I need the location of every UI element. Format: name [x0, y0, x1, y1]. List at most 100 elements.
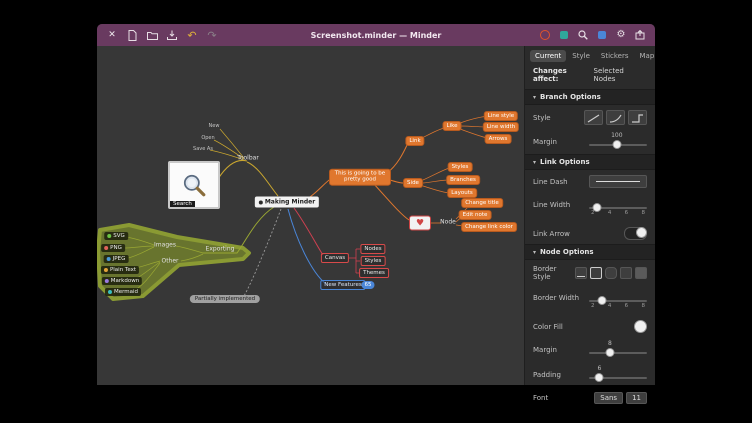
map-node-edit-note[interactable]: Edit note: [459, 210, 492, 220]
bullet-icon: [104, 246, 108, 250]
map-node-open[interactable]: Open: [201, 135, 214, 141]
node-margin-slider[interactable]: 8: [589, 342, 647, 358]
chevron-down-icon: ▾: [533, 94, 536, 101]
map-node-mermaid[interactable]: Mermaid: [105, 288, 141, 296]
save-icon[interactable]: [166, 29, 178, 41]
line-width-row: Line Width 2468: [525, 192, 655, 222]
focus-mode-icon[interactable]: [539, 29, 551, 41]
font-controls: Sans 11: [594, 392, 647, 404]
font-family-select[interactable]: Sans: [594, 392, 623, 404]
map-canvas[interactable]: Search Toolbar New Open Save As Making Minder…: [97, 46, 524, 385]
map-node-change-title[interactable]: Change title: [461, 198, 503, 208]
map-node-png[interactable]: PNG: [101, 244, 125, 252]
link-arrow-toggle[interactable]: [624, 227, 647, 240]
map-node-themes[interactable]: Themes: [359, 268, 389, 278]
map-node-link[interactable]: Link: [405, 136, 424, 146]
map-node-side[interactable]: Side: [403, 178, 423, 188]
color-fill-label: Color Fill: [533, 323, 563, 331]
border-style-underline-button[interactable]: [575, 267, 587, 279]
branch-margin-label: Margin: [533, 138, 557, 146]
map-node-save-as[interactable]: Save As: [193, 146, 213, 152]
border-width-slider[interactable]: 2468: [589, 290, 647, 306]
branch-style-squared-button[interactable]: [628, 110, 647, 125]
color-fill-row: Color Fill: [525, 315, 655, 337]
font-row: Font Sans 11: [525, 387, 655, 408]
branch-style-buttons: [584, 110, 647, 125]
map-node-line-style[interactable]: Line style: [484, 111, 518, 121]
tab-map[interactable]: Map: [635, 50, 660, 62]
undo-icon[interactable]: ↶: [186, 29, 198, 41]
map-node-exporting[interactable]: Exporting: [206, 246, 235, 253]
titlebar-left-actions: ✕ ↶ ↷: [97, 29, 218, 41]
branch-options-header[interactable]: ▾ Branch Options: [525, 89, 655, 105]
map-node-images[interactable]: Images: [154, 242, 176, 249]
map-node-heart-node[interactable]: ♥: [409, 216, 431, 231]
line-dash-select[interactable]: [589, 175, 647, 188]
settings-gear-icon[interactable]: ⚙: [615, 29, 627, 41]
open-folder-icon[interactable]: [146, 29, 158, 41]
color-fill-button[interactable]: [634, 320, 647, 333]
map-node-node-label[interactable]: Node: [440, 219, 456, 226]
map-node-plain-text[interactable]: Plain Text: [101, 266, 139, 274]
changes-affect-select[interactable]: Selected Nodes: [594, 67, 648, 83]
map-node-styles-b[interactable]: Styles: [361, 256, 386, 266]
map-node-layouts[interactable]: Layouts: [447, 188, 477, 198]
close-button[interactable]: ✕: [106, 29, 118, 41]
line-width-label: Line Width: [533, 201, 570, 209]
map-node-search-image[interactable]: Search: [168, 161, 220, 209]
map-node-label: Mermaid: [114, 289, 138, 295]
border-style-none-button[interactable]: [620, 267, 632, 279]
redo-icon[interactable]: ↷: [206, 29, 218, 41]
branch-style-curved-button[interactable]: [606, 110, 625, 125]
search-icon[interactable]: [577, 29, 589, 41]
line-dash-label: Line Dash: [533, 178, 568, 186]
map-node-toolbar[interactable]: Toolbar: [237, 155, 259, 162]
link-options-header[interactable]: ▾ Link Options: [525, 154, 655, 170]
map-node-markdown[interactable]: Markdown: [102, 277, 142, 285]
map-node-root[interactable]: Making Minder: [255, 197, 319, 208]
node-options-header[interactable]: ▾ Node Options: [525, 244, 655, 260]
link-arrow-label: Link Arrow: [533, 230, 570, 238]
map-node-canvas-node[interactable]: Canvas: [321, 253, 349, 263]
map-node-like[interactable]: Like: [443, 121, 462, 131]
map-node-badge-65[interactable]: 65: [362, 281, 375, 289]
stickers-icon[interactable]: [558, 29, 570, 41]
map-node-styles-a[interactable]: Styles: [448, 162, 473, 172]
border-style-rounded-button[interactable]: [605, 267, 617, 279]
branch-style-straight-button[interactable]: [584, 110, 603, 125]
map-node-jpeg[interactable]: JPEG: [104, 255, 129, 263]
tab-style[interactable]: Style: [567, 50, 595, 62]
border-style-filled-button[interactable]: [635, 267, 647, 279]
app-window: ✕ ↶ ↷ Screenshot.minder — Minder: [97, 24, 655, 385]
map-node-new[interactable]: New: [209, 123, 220, 129]
map-node-partially-implemented[interactable]: Partially implemented: [190, 295, 260, 303]
line-width-slider[interactable]: 2468: [589, 197, 647, 213]
map-node-arrows[interactable]: Arrows: [485, 134, 512, 144]
map-node-pretty-good[interactable]: This is going to be pretty good: [329, 169, 391, 186]
map-node-branches[interactable]: Branches: [446, 175, 480, 185]
map-node-nodes[interactable]: Nodes: [360, 244, 385, 254]
map-node-other[interactable]: Other: [161, 258, 178, 265]
node-margin-value: 8: [608, 340, 612, 347]
new-document-icon[interactable]: [126, 29, 138, 41]
branch-options-title: Branch Options: [540, 93, 601, 101]
tab-stickers[interactable]: Stickers: [596, 50, 634, 62]
titlebar: ✕ ↶ ↷ Screenshot.minder — Minder: [97, 24, 655, 46]
link-arrow-row: Link Arrow: [525, 222, 655, 244]
map-node-line-width[interactable]: Line width: [483, 122, 519, 132]
map-overview-icon[interactable]: [596, 29, 608, 41]
map-node-change-link-color[interactable]: Change link color: [461, 222, 517, 232]
map-node-new-features[interactable]: New Features: [320, 280, 365, 290]
tab-current[interactable]: Current: [530, 50, 566, 62]
node-padding-slider[interactable]: 6: [589, 367, 647, 383]
map-node-svg[interactable]: SVG: [104, 232, 128, 240]
bullet-icon: [107, 257, 111, 261]
branch-margin-slider[interactable]: 100: [589, 134, 647, 150]
branch-margin-row: Margin 100: [525, 129, 655, 154]
border-style-square-button[interactable]: [590, 267, 602, 279]
chevron-down-icon: ▾: [533, 249, 536, 256]
font-size-spinner[interactable]: 11: [626, 392, 647, 404]
node-padding-value: 6: [598, 365, 602, 372]
export-icon[interactable]: [634, 29, 646, 41]
link-options-title: Link Options: [540, 158, 590, 166]
